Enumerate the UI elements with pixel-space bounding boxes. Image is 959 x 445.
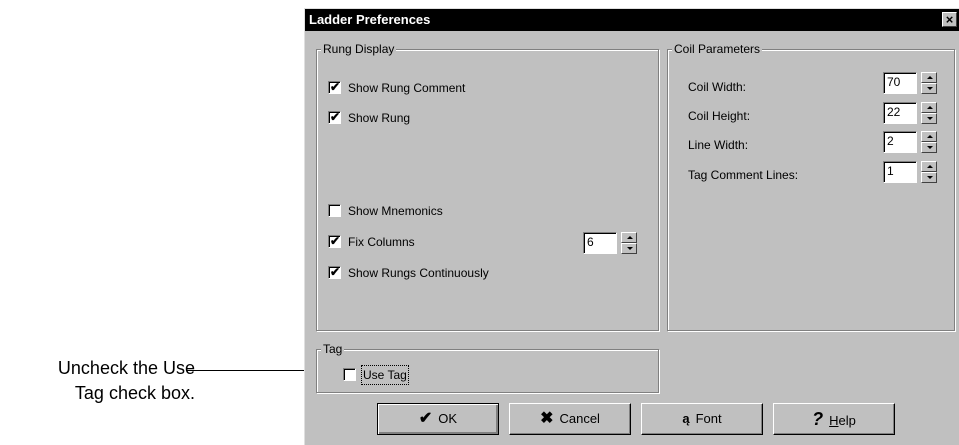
spin-buttons — [921, 72, 937, 94]
show-rungs-continuously-label: Show Rungs Continuously — [348, 266, 489, 280]
checkbox-box[interactable] — [343, 368, 356, 381]
show-rung-label: Show Rung — [348, 111, 411, 125]
spin-down-button[interactable] — [621, 243, 637, 254]
title-bar[interactable]: Ladder Preferences × — [305, 9, 959, 31]
fix-columns-checkbox[interactable]: ✔ Fix Columns — [328, 234, 528, 250]
dialog-title: Ladder Preferences — [309, 12, 431, 27]
arrow-up-icon — [927, 135, 933, 138]
rung-display-title: Rung Display — [321, 42, 397, 56]
help-button[interactable]: ? Help — [773, 403, 895, 435]
spin-down-button[interactable] — [921, 142, 937, 153]
callout-annotation: Uncheck the Use Tag check box. — [0, 356, 195, 406]
use-tag-label: Use Tag — [361, 365, 409, 385]
spin-buttons — [921, 161, 937, 183]
close-icon: × — [945, 12, 954, 27]
spin-down-button[interactable] — [921, 113, 937, 124]
font-label: Font — [695, 411, 722, 426]
show-rungs-continuously-checkbox[interactable]: ✔ Show Rungs Continuously — [328, 265, 548, 281]
ladder-preferences-dialog: Ladder Preferences × Rung Display ✔ Show… — [304, 8, 959, 445]
spin-up-button[interactable] — [921, 161, 937, 172]
checkbox-box[interactable]: ✔ — [328, 80, 341, 94]
show-rung-comment-checkbox[interactable]: ✔ Show Rung Comment — [328, 80, 528, 96]
arrow-up-icon — [927, 106, 933, 109]
coil-width-label: Coil Width: — [688, 80, 747, 94]
coil-parameters-title: Coil Parameters — [672, 42, 763, 56]
arrow-up-icon — [627, 236, 633, 239]
callout-line-1: Uncheck the Use — [57, 358, 195, 378]
spin-buttons — [921, 131, 937, 153]
arrow-down-icon — [927, 117, 933, 120]
check-icon: ✔ — [330, 265, 341, 279]
line-width-input[interactable]: 2 — [883, 131, 917, 153]
checkbox-box[interactable] — [328, 204, 341, 217]
ok-button[interactable]: ✔ OK — [377, 403, 499, 435]
spin-buttons — [621, 232, 637, 254]
tag-comment-lines-stepper[interactable]: 1 — [883, 161, 939, 183]
spin-up-button[interactable] — [621, 232, 637, 243]
question-icon: ? — [812, 409, 824, 429]
line-width-label: Line Width: — [688, 138, 749, 152]
callout-line-2: Tag check box. — [74, 383, 195, 403]
coil-height-label: Coil Height: — [688, 109, 751, 123]
spin-up-button[interactable] — [921, 72, 937, 83]
checkmark-icon: ✔ — [418, 410, 433, 427]
check-icon: ✔ — [330, 234, 341, 248]
cancel-button[interactable]: ✖ Cancel — [509, 403, 631, 435]
fix-columns-input[interactable]: 6 — [583, 232, 617, 254]
arrow-down-icon — [927, 176, 933, 179]
coil-height-stepper[interactable]: 22 — [883, 102, 939, 124]
arrow-down-icon — [927, 146, 933, 149]
checkbox-box[interactable]: ✔ — [328, 110, 341, 124]
arrow-up-icon — [927, 76, 933, 79]
cancel-label: Cancel — [559, 411, 600, 426]
arrow-down-icon — [627, 247, 633, 250]
help-label-rest: elp — [838, 413, 856, 428]
coil-parameters-group: Coil Parameters Coil Width: 70 Coil Heig… — [667, 42, 955, 331]
spin-down-button[interactable] — [921, 83, 937, 94]
font-button[interactable]: ą Font — [641, 403, 763, 435]
coil-width-stepper[interactable]: 70 — [883, 72, 939, 94]
spin-buttons — [921, 102, 937, 124]
use-tag-checkbox[interactable]: Use Tag — [343, 365, 463, 385]
checkbox-box[interactable]: ✔ — [328, 234, 341, 248]
tag-group: Tag Use Tag — [316, 342, 659, 393]
spin-up-button[interactable] — [921, 131, 937, 142]
rung-display-group: Rung Display ✔ Show Rung Comment ✔ Show … — [316, 42, 659, 331]
font-icon: ą — [682, 411, 690, 426]
show-rung-comment-label: Show Rung Comment — [348, 81, 466, 95]
tag-comment-lines-input[interactable]: 1 — [883, 161, 917, 183]
ok-label: OK — [438, 411, 458, 426]
fix-columns-label: Fix Columns — [348, 235, 415, 249]
check-icon: ✔ — [330, 110, 341, 124]
help-label-accel: H — [829, 413, 839, 428]
spin-up-button[interactable] — [921, 102, 937, 113]
fix-columns-stepper[interactable]: 6 — [583, 232, 639, 254]
arrow-up-icon — [927, 165, 933, 168]
show-rung-checkbox[interactable]: ✔ Show Rung — [328, 110, 528, 126]
spin-down-button[interactable] — [921, 172, 937, 183]
arrow-down-icon — [927, 87, 933, 90]
x-icon: ✖ — [540, 410, 554, 427]
tag-group-title: Tag — [321, 342, 345, 356]
coil-width-input[interactable]: 70 — [883, 72, 917, 94]
checkbox-box[interactable]: ✔ — [328, 265, 341, 279]
line-width-stepper[interactable]: 2 — [883, 131, 939, 153]
check-icon: ✔ — [330, 80, 341, 94]
close-button[interactable]: × — [942, 12, 957, 27]
show-mnemonics-checkbox[interactable]: Show Mnemonics — [328, 203, 528, 219]
coil-height-input[interactable]: 22 — [883, 102, 917, 124]
tag-comment-lines-label: Tag Comment Lines: — [688, 168, 799, 182]
show-mnemonics-label: Show Mnemonics — [348, 204, 443, 218]
